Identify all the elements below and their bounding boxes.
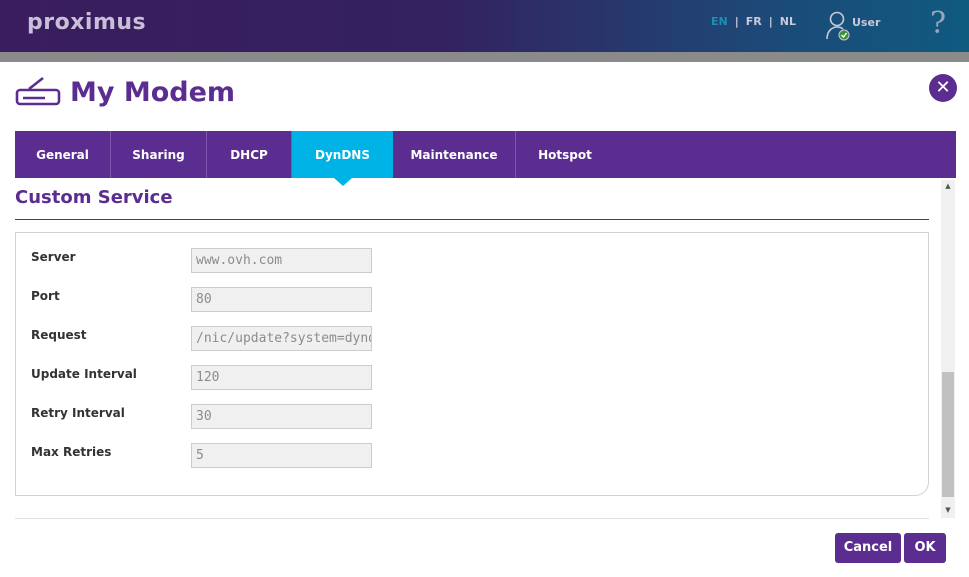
tab-bar: General Sharing DHCP DynDNS Maintenance … bbox=[15, 131, 956, 186]
field-row-max-retries: Max Retries 5 bbox=[16, 443, 928, 469]
cancel-button[interactable]: Cancel bbox=[835, 533, 901, 563]
scroll-thumb[interactable] bbox=[942, 372, 954, 497]
footer-divider bbox=[15, 518, 929, 519]
help-icon[interactable]: ? bbox=[930, 6, 946, 41]
header-divider bbox=[0, 52, 969, 62]
lang-separator: | bbox=[734, 15, 739, 28]
field-label: Request bbox=[31, 328, 87, 342]
tab-hotspot[interactable]: Hotspot bbox=[516, 131, 614, 178]
field-label: Server bbox=[31, 250, 76, 264]
field-row-retry-interval: Retry Interval 30 bbox=[16, 404, 928, 430]
field-label: Retry Interval bbox=[31, 406, 125, 420]
custom-service-form: Server www.ovh.com Port 80 Request /nic/… bbox=[15, 232, 929, 496]
vertical-scrollbar[interactable]: ▲ ▼ bbox=[941, 180, 955, 518]
user-label[interactable]: User bbox=[852, 16, 880, 29]
modem-panel: My Modem ✕ General Sharing DHCP DynDNS M… bbox=[0, 62, 969, 577]
scroll-up-arrow-icon[interactable]: ▲ bbox=[941, 182, 955, 192]
section-title: Custom Service bbox=[15, 187, 173, 208]
user-check-icon[interactable] bbox=[825, 10, 851, 42]
close-icon[interactable]: ✕ bbox=[929, 74, 957, 102]
field-label: Max Retries bbox=[31, 445, 112, 459]
field-row-request: Request /nic/update?system=dyndns bbox=[16, 326, 928, 352]
tab-sharing[interactable]: Sharing bbox=[111, 131, 207, 178]
proximus-logo[interactable]: proximus bbox=[27, 10, 146, 35]
tab-general[interactable]: General bbox=[15, 131, 111, 178]
lang-en[interactable]: EN bbox=[711, 15, 728, 28]
field-label: Update Interval bbox=[31, 367, 137, 381]
tab-dyndns[interactable]: DynDNS bbox=[292, 131, 393, 186]
port-input[interactable]: 80 bbox=[191, 287, 372, 312]
lang-fr[interactable]: FR bbox=[746, 15, 762, 28]
field-row-server: Server www.ovh.com bbox=[16, 248, 928, 274]
request-input[interactable]: /nic/update?system=dyndns bbox=[191, 326, 372, 351]
field-row-port: Port 80 bbox=[16, 287, 928, 313]
update-interval-input[interactable]: 120 bbox=[191, 365, 372, 390]
page-title: My Modem bbox=[70, 77, 236, 108]
section-divider bbox=[15, 219, 929, 220]
max-retries-input[interactable]: 5 bbox=[191, 443, 372, 468]
language-switcher: EN | FR | NL bbox=[711, 15, 796, 28]
server-input[interactable]: www.ovh.com bbox=[191, 248, 372, 273]
ok-button[interactable]: OK bbox=[904, 533, 946, 563]
top-bar: proximus EN | FR | NL User ? bbox=[0, 0, 969, 52]
tab-maintenance[interactable]: Maintenance bbox=[393, 131, 516, 178]
field-label: Port bbox=[31, 289, 60, 303]
tab-dhcp[interactable]: DHCP bbox=[207, 131, 292, 178]
retry-interval-input[interactable]: 30 bbox=[191, 404, 372, 429]
lang-separator: | bbox=[768, 15, 773, 28]
field-row-update-interval: Update Interval 120 bbox=[16, 365, 928, 391]
scroll-down-arrow-icon[interactable]: ▼ bbox=[941, 506, 955, 516]
lang-nl[interactable]: NL bbox=[780, 15, 796, 28]
modem-icon bbox=[15, 76, 61, 106]
